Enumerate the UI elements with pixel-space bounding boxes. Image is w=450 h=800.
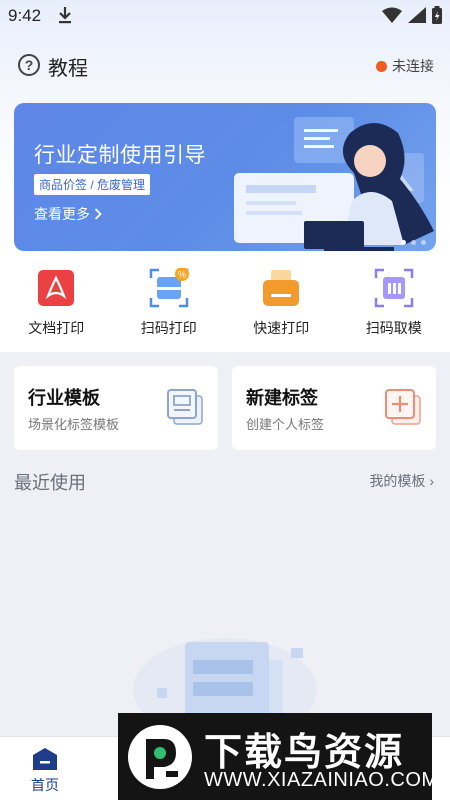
add-label-icon [385,389,421,425]
header: ? 教程 未连接 [0,46,450,86]
action-quick-print[interactable]: 快速打印 [225,268,338,344]
quick-action-label: 扫码打印 [140,320,197,336]
watermark-banner: 下载鸟资源 WWW.XIAZAINIAO.COM [118,713,438,800]
recent-section-title: 最近使用 [14,473,86,493]
quick-action-label: 文档打印 [28,320,85,336]
pagination-dot[interactable] [401,240,406,245]
status-bar: 9:42 [0,0,450,30]
scan-print-icon: % [149,268,189,308]
pagination-dot[interactable] [421,240,426,245]
quick-action-label: 扫码取模 [365,320,422,336]
help-icon[interactable]: ? [18,54,40,76]
bird-logo-icon [128,725,192,789]
watermark-url: WWW.XIAZAINIAO.COM [204,769,439,791]
banner-more-label: 查看更多 [34,206,90,222]
svg-text:%: % [178,270,186,280]
card-title: 新建标签 [246,388,318,408]
nav-home[interactable]: 首页 [20,747,70,795]
scan-template-icon [374,268,413,308]
card-title: 行业模板 [28,388,100,408]
status-icons [382,6,442,24]
pagination-dot[interactable] [411,240,416,245]
my-templates-label: 我的模板 [369,473,426,489]
card-subtitle: 创建个人标签 [246,417,325,432]
quick-actions: 文档打印 % 扫码打印 快速打印 扫码取模 [0,268,450,344]
quick-action-label: 快速打印 [253,320,310,336]
wifi-icon [382,7,402,23]
page-title[interactable]: 教程 [48,52,88,81]
banner-pagination [401,240,426,245]
chevron-right-icon: › [429,473,434,489]
nav-home-label: 首页 [31,777,59,793]
home-icon [33,748,57,770]
new-label-card[interactable]: 新建标签 创建个人标签 [232,366,436,450]
woman-at-laptop-illustration [234,117,434,251]
action-scan-print[interactable]: % 扫码打印 [113,268,226,344]
printer-connection-status[interactable]: 未连接 [376,56,434,76]
card-subtitle: 场景化标签模板 [28,417,120,432]
status-dot-icon [376,60,387,72]
chevron-right-icon [94,208,102,220]
banner-title: 行业定制使用引导 [34,144,206,167]
connection-status-label: 未连接 [392,58,434,74]
status-time: 9:42 [8,6,42,25]
action-document-print[interactable]: 文档打印 [0,268,113,344]
banner-more-link[interactable]: 查看更多 [34,204,102,224]
industry-templates-card[interactable]: 行业模板 场景化标签模板 [14,366,218,450]
battery-icon [432,6,442,24]
guide-banner[interactable]: 行业定制使用引导 商品价签 / 危废管理 查看更多 [14,103,436,251]
signal-icon [408,7,426,23]
watermark-title: 下载鸟资源 [204,732,405,774]
my-templates-link[interactable]: 我的模板 › [369,471,434,491]
banner-tags: 商品价签 / 危废管理 [34,174,151,195]
printer-icon [263,270,300,306]
action-scan-template[interactable]: 扫码取模 [338,268,450,344]
download-icon [59,7,71,24]
pdf-document-icon [38,270,75,306]
template-icon [167,389,203,425]
